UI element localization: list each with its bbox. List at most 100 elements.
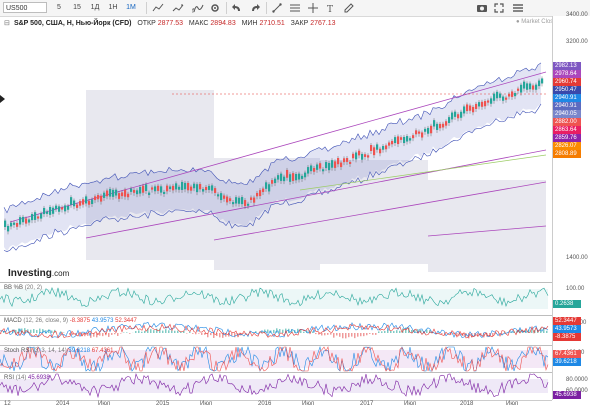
macd-histogram-bar [141,332,143,333]
candle-body [13,223,15,225]
macd-histogram-bar [99,333,101,336]
candle-body [466,104,468,111]
candle-body [373,147,375,155]
macd-histogram-bar [243,333,245,334]
candle-body [274,179,276,183]
candle-body [505,98,507,100]
settings-icon[interactable] [210,3,220,13]
macd-histogram-bar [324,333,326,335]
fullscreen-icon[interactable] [494,3,504,13]
timeframe-1m[interactable]: 1М [124,2,138,14]
redo-icon[interactable] [250,3,260,13]
candle-body [82,199,84,204]
screenshot-icon[interactable] [476,3,488,13]
price-tag: 2863.64 [553,126,581,134]
stoch-label[interactable]: Stoch RSI (3, 3, 14, 14) 39.6218 67.4361 [4,348,113,354]
macd-histogram-bar [342,333,344,338]
candle-body [31,214,33,220]
macd-histogram-bar [318,333,320,335]
macd-histogram-bar [111,333,113,335]
svg-text:T: T [327,5,333,13]
macd-histogram-bar [390,331,392,333]
indicator-value-tag: 39.6218 [553,358,581,366]
macd-histogram-bar [510,332,512,333]
macd-label[interactable]: MACD (12, 26, close, 9) -8.3875 43.9573 … [4,318,137,324]
candle-body [193,184,195,189]
candle-body [514,93,516,96]
candle-body [241,197,243,204]
draw-icon[interactable] [344,3,354,13]
candle-body [148,193,150,195]
volume-block [428,180,546,272]
candle-body [49,207,51,215]
candle-body [256,193,258,196]
candle-body [163,192,165,194]
candle-body [211,185,213,190]
candle-body [499,94,501,98]
candle-body [460,112,462,118]
candle-body [433,120,435,126]
macd-histogram-bar [360,333,362,336]
candle-body [4,221,6,227]
undo-icon[interactable] [232,3,242,13]
timeframe-15[interactable]: 15 [70,2,84,14]
trend-line-icon[interactable] [272,3,282,13]
candle-body [88,201,90,205]
candle-body [268,184,270,191]
candle-body [64,205,66,211]
candle-body [421,132,423,137]
macd-histogram-bar [204,333,206,335]
price-tick: 1400.00 [566,255,588,261]
candle-body [295,174,297,180]
candle-body [10,223,12,227]
indicators-icon[interactable]: f [192,3,204,13]
price-tag: 2940.91 [553,94,581,102]
candle-body [130,189,132,192]
compare-icon[interactable] [172,3,184,13]
timeframe-1d[interactable]: 1Д [88,2,102,14]
open-label: ОТКР [137,20,155,27]
macd-histogram-bar [153,330,155,333]
macd-histogram-bar [192,333,194,334]
candle-body [25,218,27,223]
candle-body [331,160,333,168]
macd-histogram-bar [51,331,53,333]
macd-histogram-bar [546,331,548,333]
bb-label[interactable]: BB %B (20, 2) [4,285,42,291]
candle-body [94,196,96,200]
rsi-label[interactable]: RSI (14) 45.6938 [4,375,50,381]
rsi-pane[interactable] [0,373,552,400]
candle-body [259,190,261,196]
candle-body [205,187,207,190]
symbol-input[interactable]: US500 [3,2,47,13]
timeframe-5[interactable]: 5 [52,2,66,14]
macd-histogram-bar [375,333,377,335]
crosshair-icon[interactable] [308,3,318,13]
indicator-value-tag: 0.2638 [553,300,581,308]
time-label: 12 [4,401,11,407]
candle-body [238,198,240,204]
collapse-legend-icon[interactable]: ⊟ [4,19,12,29]
text-icon[interactable]: T [326,3,336,13]
candle-body [262,189,264,192]
candle-body [376,144,378,149]
macd-histogram-bar [198,333,200,334]
candle-body [415,130,417,134]
price-chart[interactable] [0,30,552,282]
fibonacci-icon[interactable] [290,3,300,13]
candle-body [244,200,246,206]
candle-body [58,206,60,211]
line-chart-icon[interactable] [152,3,164,13]
macd-histogram-bar [333,333,335,338]
bb-percent-b-pane[interactable] [0,283,552,315]
candle-body [184,183,186,189]
macd-histogram-bar [102,333,104,336]
menu-icon[interactable] [512,3,524,13]
timeframe-1w[interactable]: 1Н [106,2,120,14]
candle-body [358,151,360,156]
candle-body [34,212,36,220]
open-value: 2877.53 [158,20,183,27]
candle-body [310,165,312,171]
rsi-name: RSI [4,375,14,381]
candle-body [118,193,120,199]
